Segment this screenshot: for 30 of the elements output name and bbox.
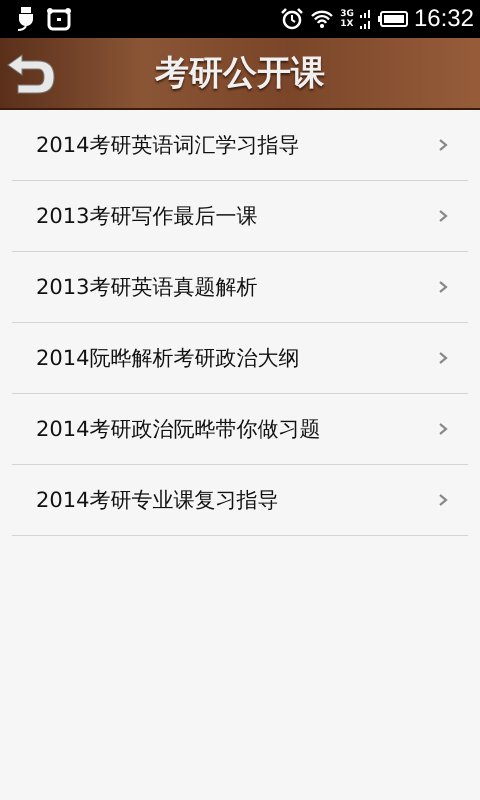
course-list-item[interactable]: 2014阮晔解析考研政治大纲 <box>12 323 468 394</box>
back-arrow-icon <box>6 51 56 95</box>
alarm-clock-icon <box>280 7 304 31</box>
chevron-right-icon <box>438 280 448 294</box>
course-title: 2014考研英语词汇学习指导 <box>36 132 300 159</box>
bear-face-icon <box>46 7 72 31</box>
clock-time: 16:32 <box>414 5 474 33</box>
course-list-item[interactable]: 2014考研专业课复习指导 <box>12 465 468 536</box>
chevron-right-icon <box>438 138 448 152</box>
chevron-right-icon <box>438 209 448 223</box>
network-type-label: 3G <box>340 9 354 19</box>
page-title: 考研公开课 <box>154 52 326 95</box>
course-title: 2014考研政治阮晔带你做习题 <box>36 416 320 443</box>
battery-icon <box>378 11 408 27</box>
course-list-item[interactable]: 2013考研写作最后一课 <box>12 181 468 252</box>
course-list-item[interactable]: 2013考研英语真题解析 <box>12 252 468 323</box>
chevron-right-icon <box>438 351 448 365</box>
usb-icon <box>16 6 36 32</box>
signal-icon <box>360 8 372 30</box>
course-title: 2014考研专业课复习指导 <box>36 487 278 514</box>
chevron-right-icon <box>438 493 448 507</box>
back-button[interactable] <box>6 51 56 95</box>
course-title: 2013考研写作最后一课 <box>36 203 258 230</box>
wifi-icon <box>310 9 334 29</box>
course-title: 2014阮晔解析考研政治大纲 <box>36 345 300 372</box>
course-list-item[interactable]: 2014考研政治阮晔带你做习题 <box>12 394 468 465</box>
chevron-right-icon <box>438 422 448 436</box>
course-title: 2013考研英语真题解析 <box>36 274 258 301</box>
network-type-label: 1X <box>340 19 354 29</box>
course-list-item[interactable]: 2014考研英语词汇学习指导 <box>12 110 468 181</box>
